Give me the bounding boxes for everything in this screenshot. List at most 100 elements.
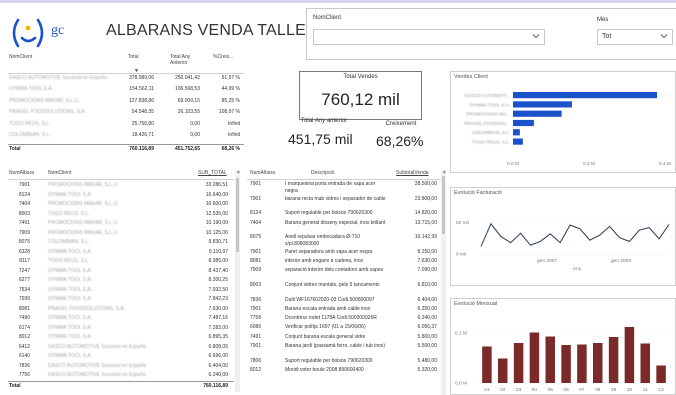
table-row[interactable]: OYMMA TOOL S.A. 154.562,11 106.568,53 44,99… xyxy=(8,85,244,94)
descripcio-cell: Paret separadora amb xapa acer negra xyxy=(285,249,373,255)
table-row[interactable]: COLOMBIAN, S.L. 18.426,71 0,00 Infinit xyxy=(8,131,244,140)
table-row[interactable]: DASCO AUTOMOTIVE Sucursal en España 378.9… xyxy=(8,74,244,83)
table-row[interactable]: 8124 Suport regulable per bolsos 79062030… xyxy=(247,210,441,218)
table-row[interactable]: 8012 OYMMA TOOL S.A. 6.895,35 xyxy=(8,333,234,342)
bar[interactable] xyxy=(482,346,492,384)
col-header-total-any-anterior[interactable]: Total Any Anterior xyxy=(170,54,204,66)
y-tick-label: 0 mil xyxy=(456,252,466,258)
table-row[interactable]: 8124 OYMMA TOOL S.A. 16.640,00 xyxy=(8,191,234,200)
albara-table-scrollbar[interactable] xyxy=(235,170,240,392)
bar[interactable] xyxy=(513,92,658,99)
table-row[interactable]: 6174 OYMMA TOOL S.A. 7.283,00 xyxy=(8,324,234,333)
bar[interactable] xyxy=(545,336,556,384)
table-row[interactable]: 7909 PROMOCIONS MAKAR, S.L.U. 10.125,00 xyxy=(8,229,234,238)
nomclient-dropdown[interactable] xyxy=(313,29,545,45)
col-header-numalbara[interactable]: NumAlbara xyxy=(9,170,34,176)
table-row[interactable]: 7491 Conjunt barana escala general vidre 5… xyxy=(247,334,441,342)
col-header-sub-total[interactable]: SUB_TOTAL xyxy=(198,170,227,176)
table-row[interactable]: 8081 inferior amb enganx a cadena, inox 7.… xyxy=(247,258,441,266)
category-label: PRAGEL FOODSOL... xyxy=(464,121,510,126)
table-row[interactable]: 7901 I marquesina porta entrada de xapa a… xyxy=(247,181,441,195)
table-row[interactable]: 6140 OYMMA TOOL S.A. 6.696,00 xyxy=(8,352,234,361)
bar[interactable] xyxy=(561,345,571,383)
bar[interactable] xyxy=(529,332,540,384)
table-row[interactable]: 6277 OYMMA TOOL S.A. 8.200,25 xyxy=(8,276,234,285)
scroll-up-arrow-icon[interactable]: ▲ xyxy=(442,169,447,175)
mes-dropdown[interactable]: Tot xyxy=(597,29,673,45)
scroll-up-arrow-icon[interactable]: ▲ xyxy=(236,169,241,175)
table-row[interactable]: 6086 Verificar polítja 1697 (01 a 15/06/0… xyxy=(247,324,441,332)
col-header-creixement[interactable]: %Creix... xyxy=(213,54,233,60)
bar[interactable] xyxy=(513,110,562,117)
bar[interactable] xyxy=(513,119,534,127)
bar[interactable] xyxy=(656,365,666,384)
client-name-cell: PROMOCIONS MAKAR, S.L.U. xyxy=(48,182,119,188)
bar[interactable] xyxy=(593,343,603,383)
detail-table-scrollbar[interactable] xyxy=(441,170,446,395)
table-row[interactable]: 8081 PRAGEL FOODSOLUTIONS, S.A. 7.630,00 xyxy=(8,305,234,314)
table-row[interactable]: 7247 OYMMA TOOL S.A. 8.437,40 xyxy=(8,267,234,276)
table-row[interactable]: 7534 OYMMA TOOL S.A. 7.932,50 xyxy=(8,286,234,295)
table-row[interactable]: 8003 Conjunt vidres muntats, pels 5 tanca… xyxy=(247,282,441,296)
total-cell: 378.989,06 xyxy=(128,75,154,81)
col-header-descripcio[interactable]: Descripció xyxy=(311,170,334,176)
table-row[interactable]: 7490 OYMMA TOOL S.A. 7.487,16 xyxy=(8,314,234,323)
header-divider xyxy=(247,179,441,180)
creixement-cell: 44,99 % xyxy=(221,86,240,93)
table-row[interactable]: 7758 Dcontrtrur rodet 1178A Codi.50030002… xyxy=(247,315,441,323)
col-header-numalbara[interactable]: NumAlbara xyxy=(250,170,275,176)
bar[interactable] xyxy=(498,358,508,384)
table-row[interactable]: 7491 PROMOCIONS MAKAR, S.L.U. 10.190,00 xyxy=(8,219,234,228)
table-row[interactable]: 7901 barana recta mab vidres i separador … xyxy=(247,196,441,210)
table-row[interactable]: 7404 PROMOCIONS MAKAR, S.L.U. 16.600,00 xyxy=(8,200,234,209)
table-row[interactable]: 7836 DASCO AUTOMOTIVE Sucursal en España 6… xyxy=(8,362,234,371)
bar[interactable] xyxy=(608,337,619,383)
table-row[interactable]: 7901 Barana escala entrada amb cable inox… xyxy=(247,306,441,314)
table-row[interactable]: PROMOCIONS MAKAR, S.L.U. 127.838,86 69.009… xyxy=(8,97,244,106)
col-header-nomclient[interactable]: NomClient xyxy=(48,170,71,176)
scrollbar-thumb[interactable] xyxy=(442,176,445,234)
table-row[interactable]: 8003 TOGO REUS, S.L. 12.535,00 xyxy=(8,210,234,219)
col-header-subtotalvenda[interactable]: SubtotalVenda xyxy=(396,170,429,176)
client-name-cell: PROMOCIONS MAKAR, S.L.U. xyxy=(48,220,119,226)
table-row[interactable]: 7909 separació interior dels contadors am… xyxy=(247,267,441,281)
table-row[interactable]: 6328 OYMMA TOOL S.A. 9.110,97 xyxy=(8,248,234,257)
client-name-cell: PROMOCIONS MAKAR, S.L.U. xyxy=(48,201,119,207)
table-row[interactable]: 7599 OYMMA TOOL S.A. 7.842,23 xyxy=(8,295,234,304)
table-row[interactable]: 7756 DASCO AUTOMOTIVE Sucursal en España 6… xyxy=(8,371,234,380)
client-name-cell: OYMMA TOOL S.A. xyxy=(48,296,93,302)
bar[interactable] xyxy=(640,343,651,384)
table-row[interactable]: 7901 Barana jardí (passamà ferro, cable i… xyxy=(247,343,441,357)
bar[interactable] xyxy=(513,343,524,383)
bar[interactable] xyxy=(577,344,587,384)
table-row[interactable]: 6412 DASCO AUTOMOTIVE Sucursal en España 6… xyxy=(8,343,234,352)
table-row[interactable]: 7836 Dutil WF167602020-03 Codi.500800097 6… xyxy=(247,297,441,305)
table-row[interactable]: PRAGEL FOODSOLUTIONS, S.A. 54.548,35 26.10… xyxy=(8,108,244,117)
total-any-anterior-value: 451.752,65 xyxy=(174,146,200,152)
table-row[interactable]: 8012 Moridi votor boule 2008 890600400 5.3… xyxy=(247,367,441,375)
category-label: DASCO AUTOMOTI... xyxy=(465,93,510,98)
bar[interactable] xyxy=(513,101,572,108)
bar[interactable] xyxy=(624,327,635,383)
numalbara-cell: 7909 xyxy=(18,229,30,236)
x-tick-label: 11 xyxy=(643,387,648,393)
series-line[interactable] xyxy=(480,222,670,247)
col-header-nomclient[interactable]: NomClient xyxy=(9,54,32,60)
table-row[interactable]: 8117 TOGO REUS, S.L. 8.985,00 xyxy=(8,257,234,266)
bar[interactable] xyxy=(513,129,520,136)
table-row[interactable]: 7806 Suport regulable per bolsos 79062030… xyxy=(247,358,441,366)
table-row[interactable]: TOGO REUS, S.L. 25.750,80 0,00 Infinit xyxy=(8,120,244,129)
mes-slicer-title: Mes xyxy=(597,17,609,23)
scrollbar-thumb[interactable] xyxy=(236,178,239,252)
table-row[interactable]: 8075 COLOMBIAN, S.L. 9.830,71 xyxy=(8,238,234,247)
total-label: Total xyxy=(9,383,21,389)
table-row[interactable]: 7901 PROMOCIONS MAKAR, S.L.U. 33.286,51 xyxy=(8,181,234,190)
table-row[interactable]: 8075 Anell repulsar embocadura Ø-710 s/pl… xyxy=(247,234,441,248)
bar[interactable] xyxy=(513,138,523,145)
numalbara-cell: 6174 xyxy=(18,324,30,331)
table-row[interactable]: 7404 Barana general disseny especial, ino… xyxy=(247,220,441,234)
client-name-cell: OYMMA TOOL S.A. xyxy=(48,334,93,340)
table-row[interactable]: 7901 Paret separadora amb xapa acer negra… xyxy=(247,249,441,257)
y-tick-label: 50 mil xyxy=(456,220,469,226)
col-header-total[interactable]: Total xyxy=(128,54,154,60)
